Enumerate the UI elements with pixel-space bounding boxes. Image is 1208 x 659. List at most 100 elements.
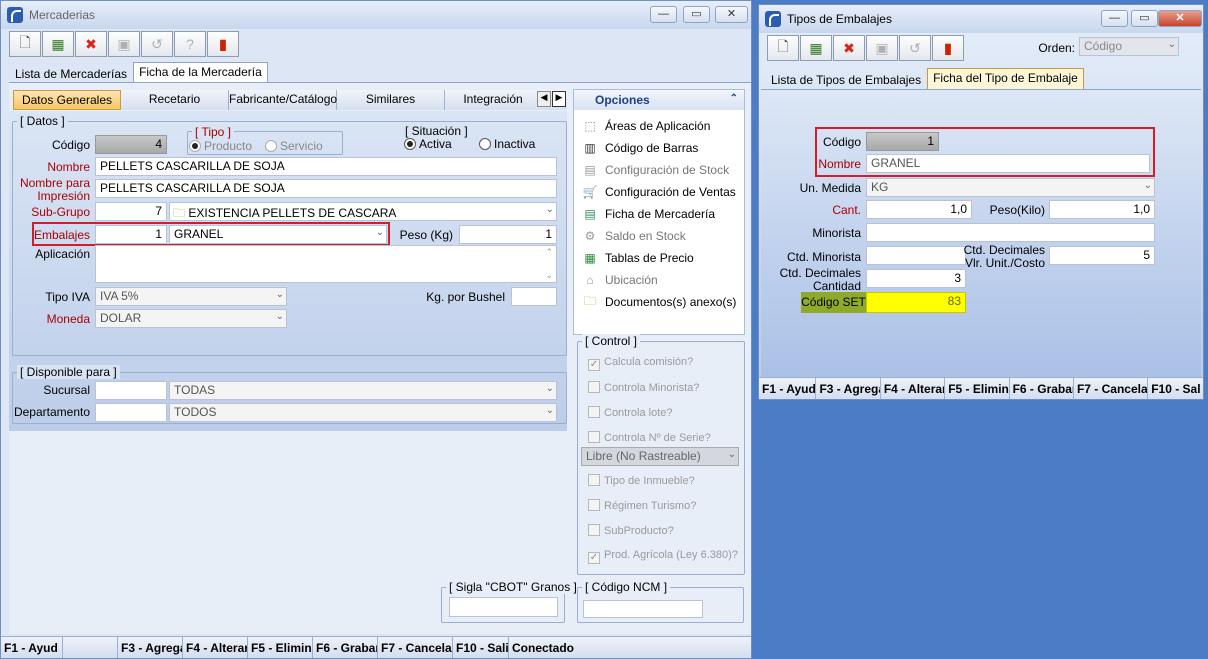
activa-radio[interactable]: Activa <box>404 137 452 151</box>
moneda-select[interactable]: DOLAR ⌄ <box>95 309 287 328</box>
delete-button[interactable]: ✖ <box>75 31 107 57</box>
nombre-field[interactable]: GRANEL <box>866 154 1150 173</box>
kg-bushel-field[interactable] <box>511 287 557 306</box>
sucursal-code-field[interactable] <box>95 381 167 400</box>
departamento-select[interactable]: TODOS ⌄ <box>169 403 557 422</box>
opcion-item[interactable]: ▤ Configuración de Stock <box>582 162 729 178</box>
tab-lista-mercaderias[interactable]: Lista de Mercaderías <box>9 64 133 83</box>
exit-button[interactable]: ▮ <box>932 35 964 61</box>
ctd-dec-cant-field[interactable]: 3 <box>866 269 966 288</box>
subtab-recetario[interactable]: Recetario <box>121 90 229 110</box>
f3-add[interactable]: F3 - Agrega <box>816 378 881 399</box>
opcion-item[interactable]: ⬚ Áreas de Aplicación <box>582 118 710 134</box>
rastreable-select[interactable]: Libre (No Rastreable) ⌄ <box>581 447 739 466</box>
control-checkbox[interactable]: Tipo de Inmueble? <box>588 474 695 487</box>
tab-ficha-tipo[interactable]: Ficha del Tipo de Embalaje <box>927 68 1084 89</box>
minimize-button[interactable]: — <box>1101 10 1128 27</box>
opcion-item[interactable]: ▦ Tablas de Precio <box>582 250 693 266</box>
subgrupo-select[interactable]: 🗀 EXISTENCIA PELLETS DE CASCARA ⌄ <box>169 202 557 221</box>
subgrupo-code-field[interactable]: 7 <box>95 202 167 221</box>
f6-save[interactable]: F6 - Grabar <box>313 637 378 658</box>
tab-ficha-mercaderia[interactable]: Ficha de la Mercadería <box>133 62 268 83</box>
f10-exit[interactable]: F10 - Sal <box>1148 378 1203 399</box>
scroll-down-icon[interactable]: ⌄ <box>545 270 553 281</box>
opciones-header[interactable]: Opciones ⌃ <box>574 90 744 110</box>
cancel-button[interactable]: ↺ <box>899 35 931 61</box>
sucursal-select[interactable]: TODAS ⌄ <box>169 381 557 400</box>
close-button[interactable]: ✕ <box>1158 10 1202 27</box>
sigla-field[interactable] <box>449 597 558 617</box>
f1-help[interactable]: F1 - Ayud <box>1 637 63 658</box>
control-checkbox[interactable]: Controla Nº de Serie? <box>588 431 711 444</box>
f1-help[interactable]: F1 - Ayud <box>759 378 817 399</box>
ctd-minorista-field[interactable] <box>866 246 966 265</box>
minimize-button[interactable]: — <box>650 6 677 23</box>
control-checkbox[interactable]: Controla lote? <box>588 406 673 419</box>
control-checkbox[interactable]: SubProducto? <box>588 524 674 537</box>
new-button[interactable]: 🗋 <box>9 31 41 57</box>
peso-kilo-field[interactable]: 1,0 <box>1049 200 1155 219</box>
tipo-servicio-radio[interactable]: Servicio <box>265 139 323 153</box>
opcion-item[interactable]: ⌂ Ubicación <box>582 272 657 288</box>
codigo-set-field[interactable]: 83 <box>866 292 966 313</box>
codigo-field[interactable]: 1 <box>866 132 939 151</box>
inactiva-radio[interactable]: Inactiva <box>479 137 535 151</box>
un-medida-select[interactable]: KG ⌄ <box>866 178 1155 197</box>
ncm-field[interactable] <box>583 600 703 618</box>
rastreable-value: Libre (No Rastreable) <box>586 449 701 463</box>
orden-select[interactable]: Código ⌄ <box>1079 37 1179 56</box>
subtab-scroll-right[interactable]: ▶ <box>552 91 566 107</box>
f4-alter[interactable]: F4 - Alterar <box>881 378 946 399</box>
nombre-field[interactable]: PELLETS CASCARILLA DE SOJA <box>95 157 557 176</box>
save-button[interactable]: ▣ <box>108 31 140 57</box>
control-checkbox[interactable]: ✓ Prod. Agrícola (Ley 6.380)? <box>588 549 738 564</box>
help-button[interactable]: ? <box>174 31 206 57</box>
opcion-item[interactable]: ▥ Código de Barras <box>582 140 698 156</box>
maximize-button[interactable]: ▭ <box>1131 10 1158 27</box>
minorista-field[interactable] <box>866 223 1155 242</box>
subtab-scroll-left[interactable]: ◀ <box>537 91 551 107</box>
orden-value: Código <box>1084 39 1123 53</box>
f10-exit[interactable]: F10 - Salir <box>453 637 509 658</box>
cant-field[interactable]: 1,0 <box>866 200 972 219</box>
peso-field[interactable]: 1 <box>459 225 557 244</box>
tipo-iva-select[interactable]: IVA 5% ⌄ <box>95 287 287 306</box>
edit-button[interactable]: ▦ <box>800 35 832 61</box>
control-checkbox[interactable]: ✓ Calcula comisión? <box>588 356 693 371</box>
control-checkbox[interactable]: Régimen Turismo? <box>588 499 696 512</box>
edit-button[interactable]: ▦ <box>42 31 74 57</box>
subtab-fabricante[interactable]: Fabricante/Catálogo <box>229 90 337 110</box>
subtab-datos-generales[interactable]: Datos Generales <box>13 90 121 110</box>
exit-button[interactable]: ▮ <box>207 31 239 57</box>
f4-alter[interactable]: F4 - Alterar <box>183 637 248 658</box>
tipo-producto-radio[interactable]: Producto <box>189 139 252 153</box>
maximize-button[interactable]: ▭ <box>683 6 710 23</box>
f5-delete[interactable]: F5 - Elimina <box>945 378 1010 399</box>
departamento-code-field[interactable] <box>95 403 167 422</box>
f5-delete[interactable]: F5 - Elimina <box>248 637 313 658</box>
opcion-item[interactable]: 🗀 Documentos(s) anexo(s) <box>582 294 736 310</box>
f3-add[interactable]: F3 - Agrega <box>118 637 183 658</box>
f7-cancel[interactable]: F7 - Cancelar <box>378 637 453 658</box>
opcion-item[interactable]: ⚙ Saldo en Stock <box>582 228 686 244</box>
delete-button[interactable]: ✖ <box>833 35 865 61</box>
tab-lista-tipos[interactable]: Lista de Tipos de Embalajes <box>765 70 927 89</box>
codigo-field[interactable]: 4 <box>95 135 167 154</box>
new-button[interactable]: 🗋 <box>767 35 799 61</box>
scroll-up-icon[interactable]: ⌃ <box>545 247 553 258</box>
subtab-integracion[interactable]: Integración <box>445 90 541 110</box>
close-button[interactable]: ✕ <box>715 6 748 23</box>
opcion-item[interactable]: 🛒 Configuración de Ventas <box>582 184 736 200</box>
control-checkbox[interactable]: Controla Minorista? <box>588 381 699 394</box>
collapse-icon[interactable]: ⌃ <box>730 93 738 104</box>
aplicacion-textarea[interactable]: ⌃ ⌄ <box>95 245 557 283</box>
f6-save[interactable]: F6 - Grabar <box>1010 378 1074 399</box>
cancel-button[interactable]: ↺ <box>141 31 173 57</box>
ctd-dec-vlr-field[interactable]: 5 <box>1049 246 1155 265</box>
f7-cancel[interactable]: F7 - Cancelar <box>1074 378 1149 399</box>
subtab-similares[interactable]: Similares <box>337 90 445 110</box>
mercaderias-titlebar[interactable]: Mercaderias <box>1 1 751 29</box>
opcion-item[interactable]: ▤ Ficha de Mercadería <box>582 206 715 222</box>
save-button[interactable]: ▣ <box>866 35 898 61</box>
nombre-impresion-field[interactable]: PELLETS CASCARILLA DE SOJA <box>95 179 557 198</box>
